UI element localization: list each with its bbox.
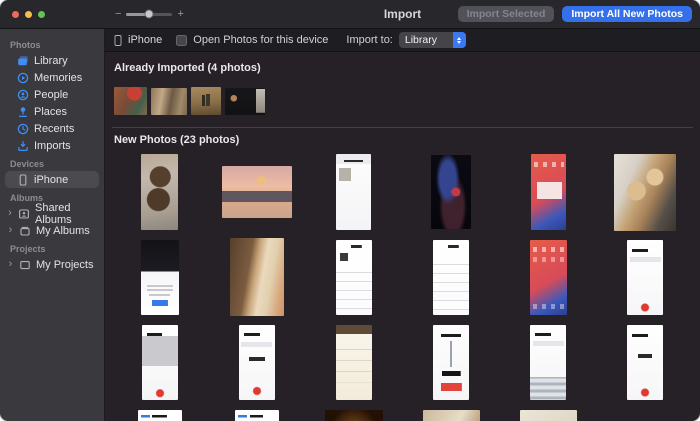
slider-track[interactable] <box>126 13 172 16</box>
recently-deleted-screenshot[interactable] <box>336 154 371 230</box>
sidebar-item-label: My Projects <box>36 259 93 271</box>
sidebar-item-label: iPhone <box>34 174 68 186</box>
album-icon <box>19 225 31 237</box>
sidebar-item-label: Recents <box>34 123 74 135</box>
voice-memos-screenshot-2[interactable] <box>627 325 663 400</box>
sidebar-item-people[interactable]: People <box>5 86 99 103</box>
sidebar: Photos Library Memories People Places Re… <box>0 29 105 421</box>
chevron-right-icon[interactable]: › <box>7 259 14 270</box>
iphone-icon <box>113 34 123 47</box>
open-photos-checkbox[interactable] <box>176 35 187 46</box>
pastry-bags-photo[interactable] <box>614 154 676 231</box>
purchase-list-screenshot[interactable] <box>336 240 372 315</box>
iphone-icon <box>17 174 29 186</box>
already-imported-row <box>114 86 694 116</box>
people-icon <box>17 89 29 101</box>
photos-import-window: − + Import Import Selected Import All Ne… <box>0 0 700 421</box>
zoom-in-icon[interactable]: + <box>177 8 183 20</box>
sidebar-item-label: Shared Albums <box>35 202 99 226</box>
section-divider <box>112 127 693 128</box>
sidebar-item-shared-albums[interactable]: › Shared Albums <box>5 205 99 222</box>
chevron-right-icon[interactable]: › <box>7 225 14 236</box>
sidebar-item-label: Library <box>34 55 68 67</box>
homescreen-screenshot[interactable] <box>530 240 567 315</box>
sunset-painting-photo[interactable] <box>222 166 292 218</box>
voice-memos-screenshot[interactable] <box>627 240 663 315</box>
settings-sounds-screenshot[interactable] <box>138 410 182 421</box>
import-content-area: Already Imported (4 photos) New Photos (… <box>105 52 700 421</box>
sidebar-item-label: My Albums <box>36 225 90 237</box>
zoom-button[interactable] <box>38 11 45 18</box>
checkbox-label: Open Photos for this device <box>193 34 328 46</box>
window-title: Import <box>384 7 421 21</box>
cookies-photo[interactable] <box>141 154 178 230</box>
new-recording-screenshot[interactable] <box>433 325 469 400</box>
sidebar-item-iphone[interactable]: iPhone <box>5 171 99 188</box>
sidebar-item-imports[interactable]: Imports <box>5 137 99 154</box>
import-to-select[interactable]: Library <box>399 32 466 48</box>
import-to-label: Import to: <box>346 34 392 46</box>
homescreen-dialog-screenshot[interactable] <box>531 154 566 230</box>
voice-memos-player-screenshot[interactable] <box>142 325 178 400</box>
sidebar-item-places[interactable]: Places <box>5 103 99 120</box>
sidebar-item-library[interactable]: Library <box>5 52 99 69</box>
round-object-photo[interactable] <box>520 410 577 421</box>
slider-knob[interactable] <box>145 10 154 19</box>
already-imported-header: Already Imported (4 photos) <box>111 52 694 74</box>
sidebar-section-header: Devices <box>0 154 104 171</box>
sidebar-item-label: Imports <box>34 140 71 152</box>
sidebar-item-label: Memories <box>34 72 82 84</box>
sidebar-item-my-albums[interactable]: › My Albums <box>5 222 99 239</box>
close-button[interactable] <box>12 11 19 18</box>
voice-memos-playback-screenshot[interactable] <box>239 325 275 400</box>
memories-icon <box>17 72 29 84</box>
sidebar-item-my-projects[interactable]: › My Projects <box>5 256 99 273</box>
imports-icon <box>17 140 29 152</box>
picnic-photo[interactable] <box>151 88 187 115</box>
appstore-dialog-screenshot[interactable] <box>141 240 179 315</box>
sidebar-section-header: Photos <box>0 35 104 52</box>
traffic-lights <box>12 0 45 28</box>
bedtime-clock-screenshot[interactable] <box>325 410 383 421</box>
wedding-photo[interactable] <box>191 87 221 115</box>
device-name: iPhone <box>128 34 162 46</box>
import-all-new-photos-button[interactable]: Import All New Photos <box>562 6 692 22</box>
device-bar: iPhone Open Photos for this device Impor… <box>105 29 700 52</box>
import-to-value: Library <box>399 34 453 46</box>
settings-ringtone-screenshot[interactable] <box>235 410 279 421</box>
umbrella-photo[interactable] <box>114 87 147 115</box>
night-neon-photo[interactable] <box>431 155 471 229</box>
minimize-button[interactable] <box>25 11 32 18</box>
import-selected-button[interactable]: Import Selected <box>458 6 555 22</box>
video-editor-screenshot[interactable] <box>225 88 265 115</box>
thumbnail-zoom-slider: − + <box>115 8 184 20</box>
project-icon <box>19 259 31 271</box>
voice-memos-keyboard-screenshot[interactable] <box>530 325 566 400</box>
sidebar-item-memories[interactable]: Memories <box>5 69 99 86</box>
library-icon <box>17 55 29 67</box>
file-options-screenshot[interactable] <box>336 325 372 400</box>
zoom-out-icon[interactable]: − <box>115 8 121 20</box>
shared-album-icon <box>18 208 30 220</box>
sidebar-item-label: Places <box>34 106 67 118</box>
book-scroll-photo[interactable] <box>230 238 284 316</box>
sidebar-section-header: Projects <box>0 239 104 256</box>
new-photos-grid <box>111 152 694 421</box>
new-photos-header: New Photos (23 photos) <box>111 134 694 146</box>
toolbar: − + Import Import Selected Import All Ne… <box>105 0 700 28</box>
interior-photo[interactable] <box>423 410 480 421</box>
chevron-right-icon[interactable]: › <box>7 208 13 219</box>
sidebar-item-recents[interactable]: Recents <box>5 120 99 137</box>
titlebar: − + Import Import Selected Import All Ne… <box>0 0 700 29</box>
sidebar-item-label: People <box>34 89 68 101</box>
recents-icon <box>17 123 29 135</box>
select-stepper-icon <box>453 32 466 48</box>
purchase-list-screenshot-2[interactable] <box>433 240 469 315</box>
places-icon <box>17 106 29 118</box>
